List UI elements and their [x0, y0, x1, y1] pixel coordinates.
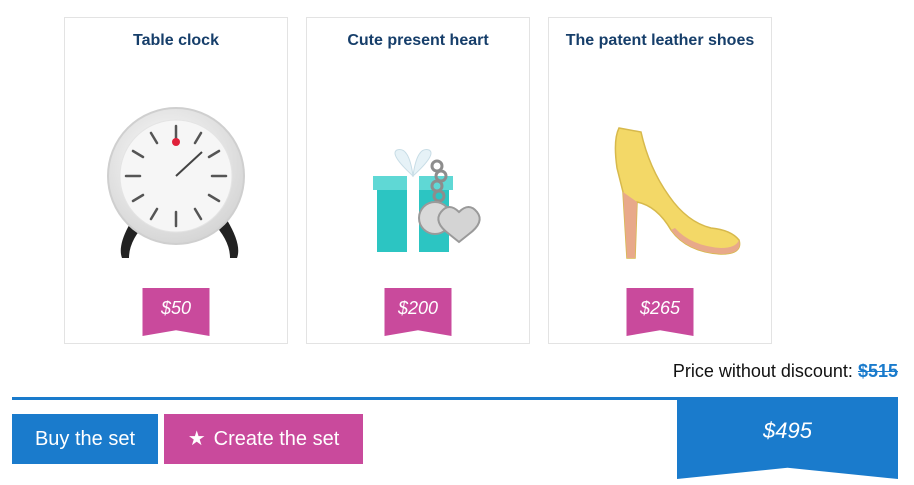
create-the-set-button[interactable]: ★ Create the set — [164, 414, 363, 464]
price-tag: $265 — [626, 288, 694, 336]
buy-button-label: Buy the set — [34, 427, 136, 450]
high-heel-shoe-image[interactable] — [561, 80, 759, 270]
original-price: $515 — [857, 361, 898, 381]
price-without-label: Price without discount: — [672, 361, 853, 381]
product-card-present-heart[interactable]: Cute present heart $200 — [306, 17, 530, 344]
price-tag: $50 — [142, 288, 210, 336]
star-icon: ★ — [187, 428, 206, 450]
total-price-banner: $495 — [677, 399, 898, 479]
table-clock-image[interactable] — [77, 80, 275, 270]
product-card-table-clock[interactable]: Table clock $50 — [64, 17, 288, 344]
create-button-label: Create the set — [213, 427, 340, 450]
product-title[interactable]: The patent leather shoes — [549, 32, 771, 50]
product-title[interactable]: Cute present heart — [307, 32, 529, 50]
price-without-discount: Price without discount: $515 — [673, 361, 898, 382]
product-title[interactable]: Table clock — [65, 32, 287, 50]
gift-box-image[interactable] — [319, 80, 517, 270]
buy-the-set-button[interactable]: Buy the set — [12, 414, 158, 464]
product-card-leather-shoes[interactable]: The patent leather shoes $265 — [548, 17, 772, 344]
total-price: $495 — [763, 418, 812, 443]
price-tag: $200 — [384, 288, 452, 336]
